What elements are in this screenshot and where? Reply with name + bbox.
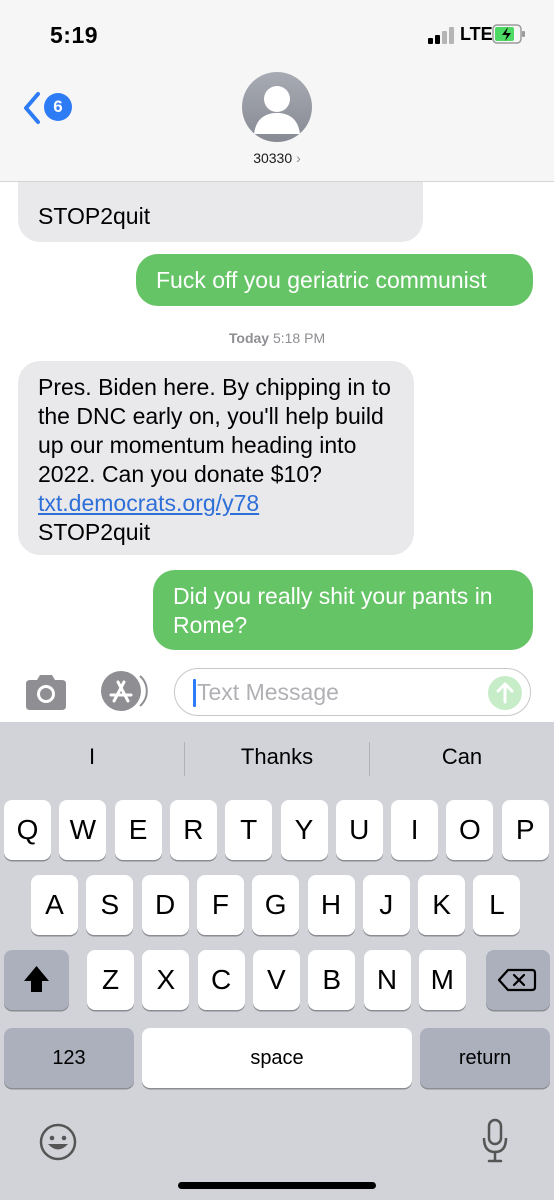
key-e[interactable]: E bbox=[114, 800, 162, 860]
outgoing-message[interactable]: Did you really shit your pants in Rome? bbox=[153, 570, 533, 650]
return-key[interactable]: return bbox=[420, 1028, 550, 1088]
status-time: 5:19 bbox=[50, 22, 99, 48]
contact-number[interactable]: 30330 bbox=[253, 150, 292, 166]
key-o[interactable]: O bbox=[446, 800, 494, 860]
key-r[interactable]: R bbox=[169, 800, 217, 860]
outgoing-message[interactable]: Fuck off you geriatric communist bbox=[136, 254, 533, 306]
key-b[interactable]: B bbox=[308, 950, 356, 1010]
key-k[interactable]: K bbox=[418, 875, 466, 935]
key-g[interactable]: G bbox=[252, 875, 300, 935]
key-s[interactable]: S bbox=[86, 875, 134, 935]
key-z[interactable]: Z bbox=[87, 950, 134, 1010]
home-indicator[interactable] bbox=[178, 1182, 376, 1189]
unread-badge[interactable]: 6 bbox=[44, 93, 72, 121]
key-l[interactable]: L bbox=[473, 875, 521, 935]
key-n[interactable]: N bbox=[363, 950, 411, 1010]
keyboard: I Thanks Can QWERTYUIOP ASDFGHJKL ZXCVBN… bbox=[0, 722, 554, 1200]
key-u[interactable]: U bbox=[335, 800, 383, 860]
backspace-icon bbox=[497, 968, 537, 992]
key-d[interactable]: D bbox=[141, 875, 189, 935]
contact-name[interactable]: 30330 › bbox=[0, 150, 554, 166]
suggestion-2[interactable]: Thanks bbox=[185, 744, 369, 770]
key-i[interactable]: I bbox=[391, 800, 439, 860]
conversation-header: 5:19 LTE 6 30330 › bbox=[0, 0, 554, 182]
key-h[interactable]: H bbox=[307, 875, 355, 935]
message-timestamp: Today 5:18 PM bbox=[0, 330, 554, 346]
message-text: Fuck off you geriatric communist bbox=[156, 267, 487, 293]
chevron-right-icon: › bbox=[296, 150, 301, 166]
network-label: LTE bbox=[460, 24, 493, 44]
space-key[interactable]: space bbox=[142, 1028, 412, 1088]
timestamp-time: 5:18 PM bbox=[272, 330, 326, 346]
key-f[interactable]: F bbox=[196, 875, 244, 935]
message-stop-text: STOP2quit bbox=[38, 519, 151, 545]
input-placeholder: Text Message bbox=[197, 679, 339, 705]
key-p[interactable]: P bbox=[501, 800, 549, 860]
shift-key[interactable] bbox=[4, 950, 69, 1010]
message-link[interactable]: txt.democrats.org/y78 bbox=[38, 490, 259, 516]
key-t[interactable]: T bbox=[225, 800, 273, 860]
key-y[interactable]: Y bbox=[280, 800, 328, 860]
key-j[interactable]: J bbox=[362, 875, 410, 935]
message-text: Pres. Biden here. By chipping in to the … bbox=[38, 374, 391, 487]
key-w[interactable]: W bbox=[59, 800, 107, 860]
signal-icon bbox=[428, 26, 458, 44]
battery-icon bbox=[492, 24, 525, 44]
shift-icon bbox=[24, 966, 49, 992]
message-text: STOP2quit bbox=[38, 203, 151, 229]
text-caret bbox=[193, 679, 196, 707]
key-q[interactable]: Q bbox=[4, 800, 51, 860]
arrow-up-icon bbox=[496, 682, 514, 704]
microphone-icon[interactable] bbox=[480, 1118, 510, 1164]
key-x[interactable]: X bbox=[142, 950, 190, 1010]
send-button[interactable] bbox=[488, 676, 522, 710]
numbers-key[interactable]: 123 bbox=[4, 1028, 134, 1088]
camera-icon[interactable] bbox=[22, 672, 70, 712]
key-m[interactable]: M bbox=[418, 950, 466, 1010]
person-icon[interactable] bbox=[242, 72, 312, 142]
timestamp-day: Today bbox=[228, 330, 270, 346]
incoming-message[interactable]: Pres. Biden here. By chipping in to the … bbox=[18, 361, 414, 555]
key-a[interactable]: A bbox=[31, 875, 78, 935]
suggestion-3[interactable]: Can bbox=[370, 744, 554, 770]
key-v[interactable]: V bbox=[252, 950, 300, 1010]
delete-key[interactable] bbox=[486, 950, 550, 1010]
message-text: Did you really shit your pants in Rome? bbox=[173, 583, 493, 638]
suggestion-1[interactable]: I bbox=[0, 744, 184, 770]
key-c[interactable]: C bbox=[197, 950, 245, 1010]
message-input[interactable]: Text Message bbox=[174, 668, 531, 716]
app-store-icon[interactable] bbox=[100, 670, 150, 712]
emoji-icon[interactable] bbox=[38, 1122, 78, 1162]
